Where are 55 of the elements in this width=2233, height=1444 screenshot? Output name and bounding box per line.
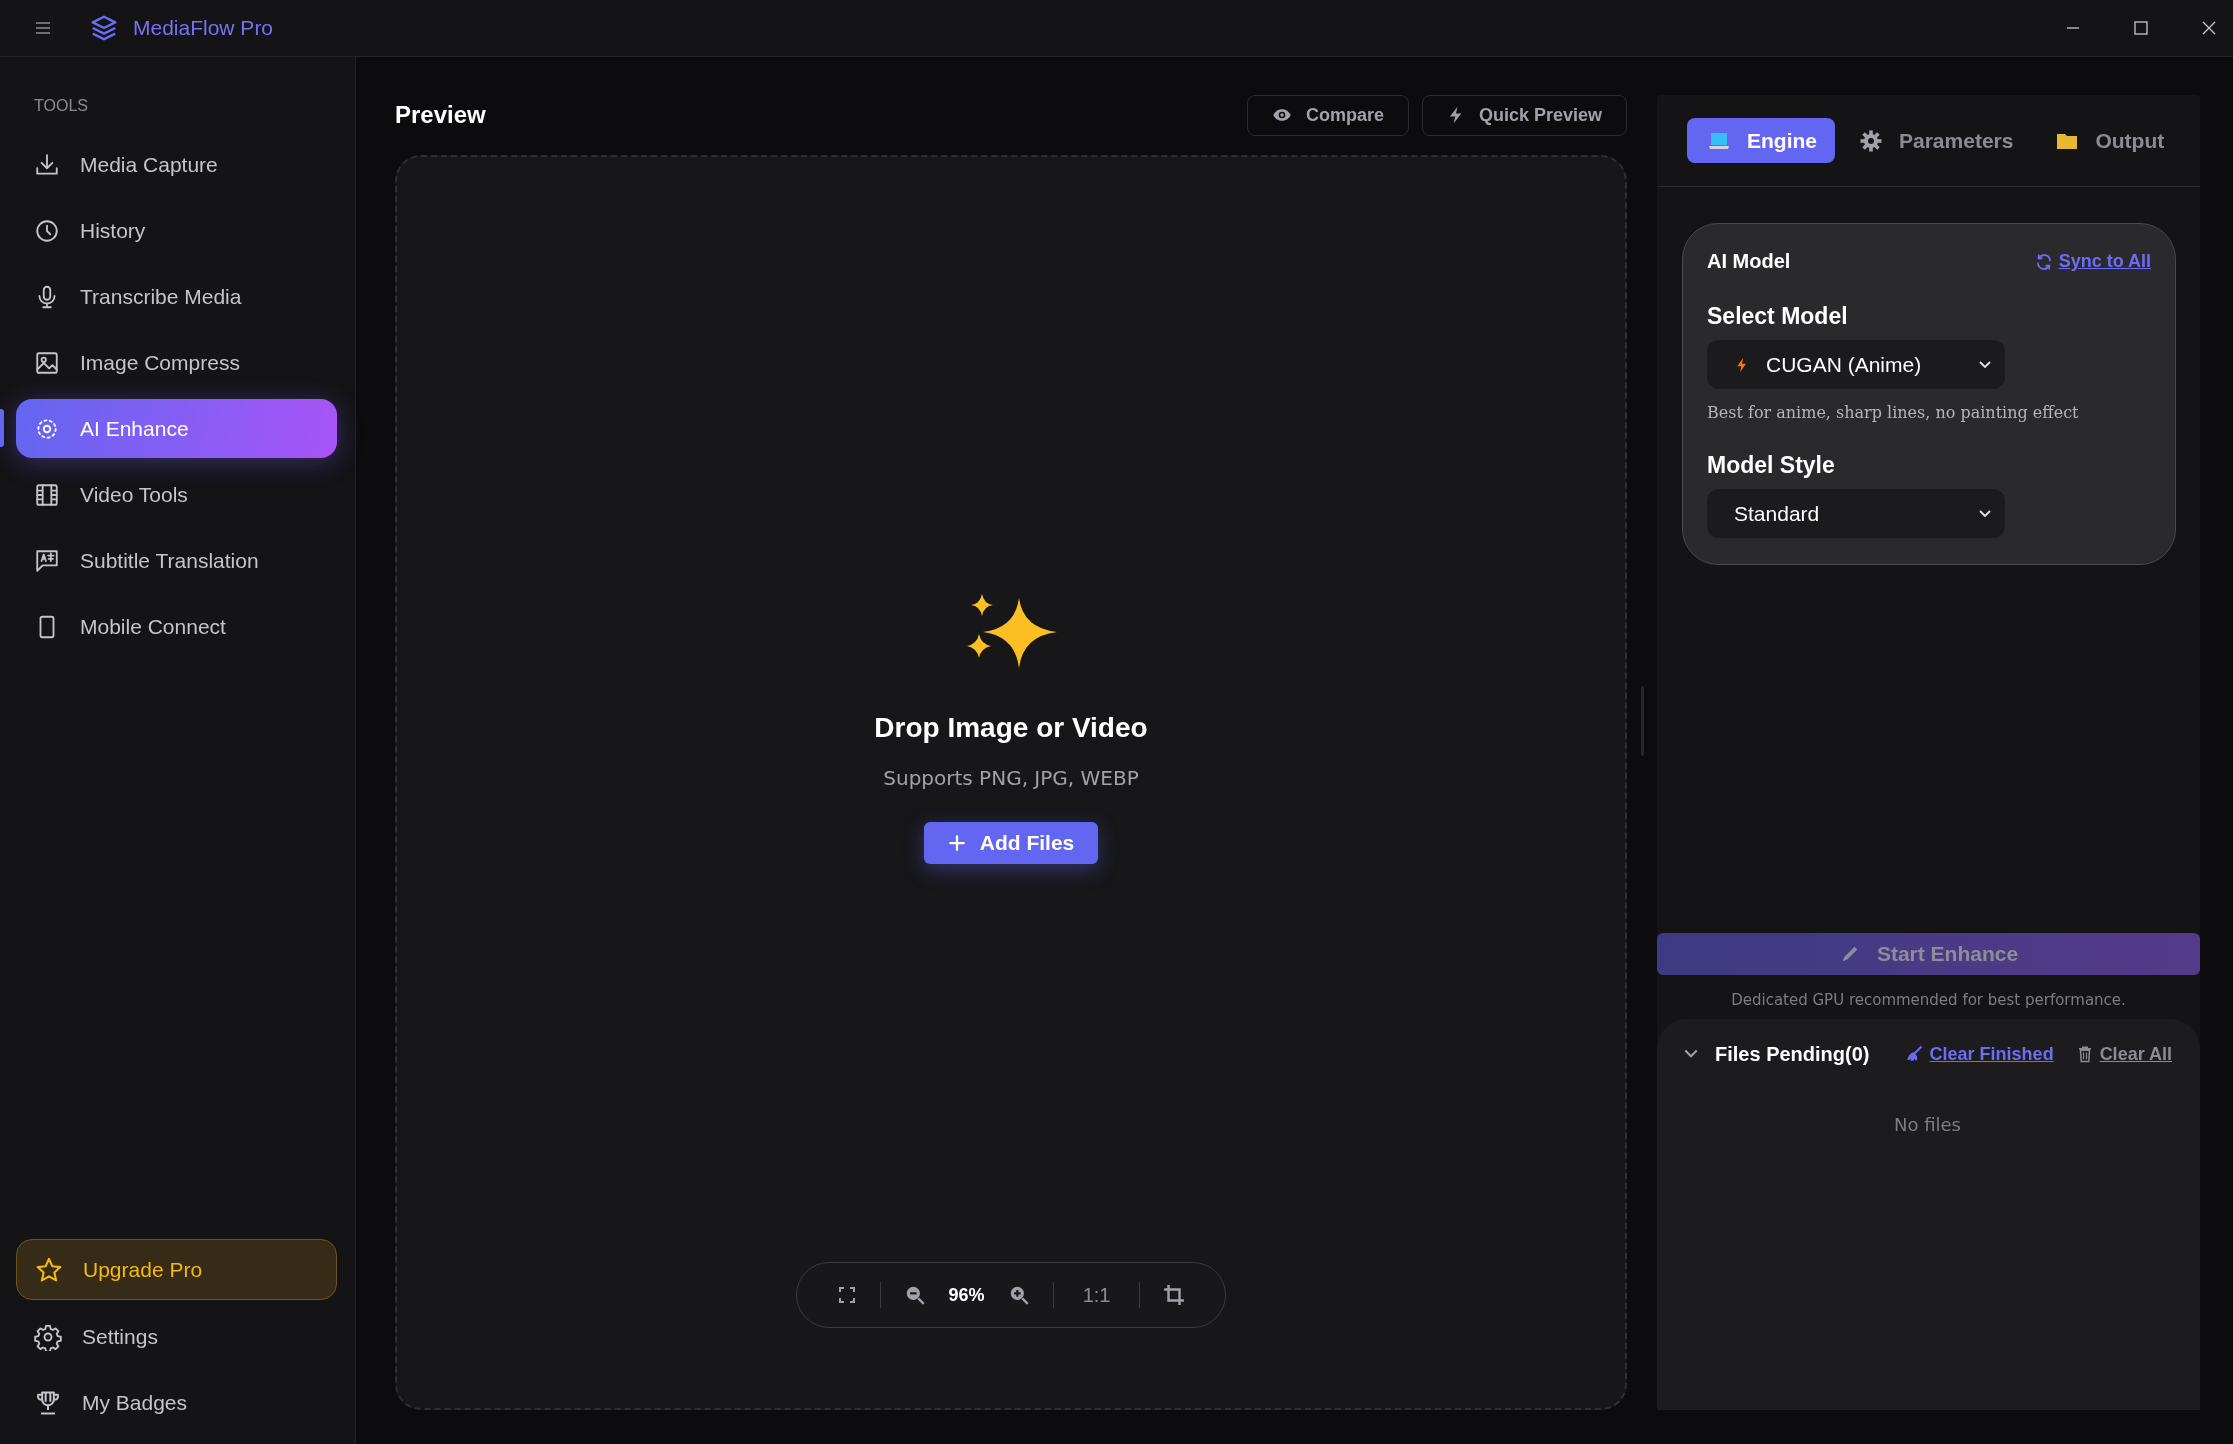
field-label: Model Style [1707,452,1836,479]
chevron-down-icon [1979,360,1991,369]
upgrade-button[interactable]: Upgrade Pro [16,1239,337,1300]
quick-preview-button[interactable]: Quick Preview [1421,94,1627,136]
sidebar-item[interactable]: AI Enhance [16,399,337,458]
chevron-down-icon [1979,509,1991,518]
empty-state: No files [1893,1113,1962,1135]
image-icon [34,349,60,376]
close-icon[interactable] [2201,20,2217,36]
sidebar-item[interactable]: Image Compress [16,333,337,392]
sidebar-item[interactable]: History [16,201,337,260]
clear-finished-link[interactable]: Clear Finished [1929,1043,2054,1065]
app-title: MediaFlow Pro [133,16,274,40]
sidebar-item[interactable]: Media Capture [16,135,337,194]
settings-icon [34,1322,62,1351]
active-indicator [0,409,4,447]
crop-icon[interactable] [1163,1284,1186,1306]
film-icon [34,481,60,508]
add-files-button[interactable]: Add Files [923,822,1099,864]
zoom-level: 96% [948,1284,985,1306]
drop-hint: Supports PNG, JPG, WEBP [883,766,1139,790]
plus-icon [947,834,966,852]
sidebar-item[interactable]: My Badges [16,1373,337,1432]
card-title: AI Model [1707,250,1791,273]
gear-icon [1859,128,1883,153]
clear-all-link[interactable]: Clear All [2099,1043,2172,1065]
sidebar-item[interactable]: Subtitle Translation [16,531,337,590]
field-label: Select Model [1707,303,1849,330]
sidebar-item[interactable]: Settings [16,1307,337,1366]
maximize-icon[interactable] [2133,20,2149,36]
gpu-note: Dedicated GPU recommended for best performance. [1730,990,2127,1009]
style-select[interactable]: Standard [1707,489,2005,538]
download-icon [34,151,60,178]
files-title: Files Pending(0) [1715,1042,1870,1066]
menu-icon[interactable] [35,22,51,34]
model-description: Best for anime, sharp lines, no painting effect [1707,403,2080,422]
preview-title: Preview [395,101,486,129]
fullscreen-icon[interactable] [836,1285,857,1305]
section-label: TOOLS [33,97,89,115]
tab[interactable]: Parameters [1839,118,2032,163]
refresh-icon[interactable] [2034,252,2053,271]
chat-bubble-icon [34,547,60,574]
star-icon [35,1255,63,1284]
layers-icon [89,13,119,43]
sidebar-item[interactable]: Video Tools [16,465,337,524]
sidebar-item[interactable]: Transcribe Media [16,267,337,326]
tab[interactable]: Engine [1687,118,1835,163]
ratio-button[interactable]: 1:1 [1076,1282,1117,1308]
tab[interactable]: Output [2035,118,2183,163]
compare-button[interactable]: Compare [1246,94,1409,136]
drop-title: Drop Image or Video [874,712,1148,744]
sidebar-item[interactable]: Mobile Connect [16,597,337,656]
drop-zone[interactable]: Drop Image or Video Supports PNG, JPG, WEBP Add Files 96% 1:1 [395,155,1627,1410]
clock-icon [34,217,60,244]
model-select[interactable]: CUGAN (Anime) [1707,340,2005,389]
